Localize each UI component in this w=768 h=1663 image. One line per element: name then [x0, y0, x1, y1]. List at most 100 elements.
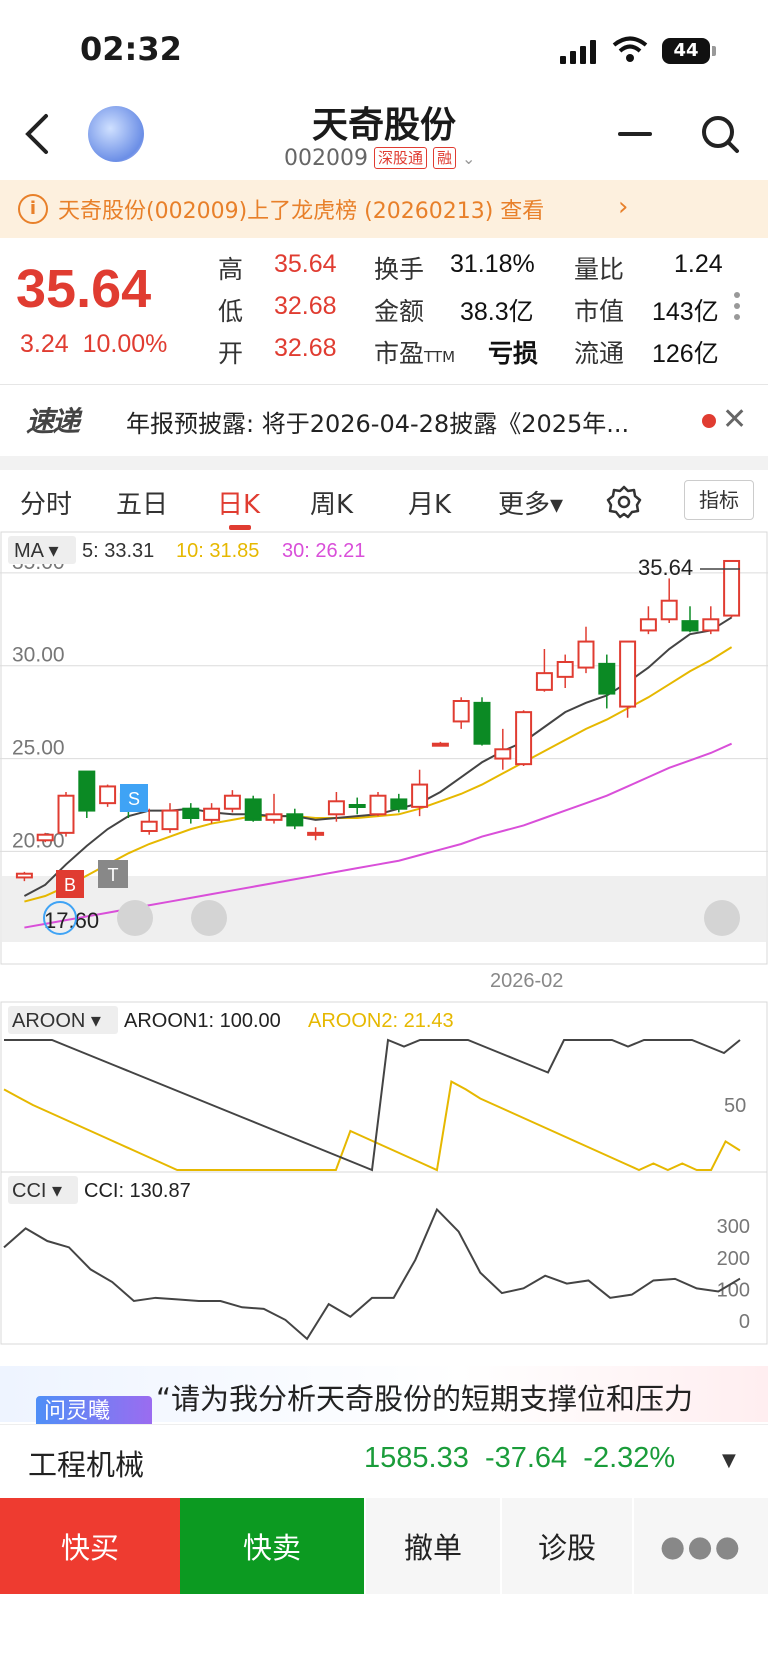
ai-prompt-text[interactable]: “请为我分析天奇股份的短期支撑位和压力: [156, 1376, 693, 1418]
candle-body: [535, 672, 553, 691]
candle-body: [598, 662, 616, 695]
float-label: 流通: [574, 339, 625, 368]
candle-body: [702, 618, 720, 632]
remove-watchlist-icon[interactable]: [618, 132, 652, 136]
t-marker-label: T: [108, 865, 119, 885]
divider: [0, 384, 768, 385]
candle-body: [265, 813, 283, 821]
amount-label: 金额: [374, 297, 425, 326]
candle-body: [390, 798, 408, 810]
aroon2-line: [3, 1080, 741, 1172]
candle-body: [369, 794, 387, 816]
candle-body: [411, 783, 429, 808]
candle-body: [431, 742, 449, 747]
ma10-legend: 10: 31.85: [176, 540, 259, 562]
price-change: 3.24 10.00%: [20, 330, 167, 359]
express-logo: 速递: [26, 405, 80, 438]
pe-label: 市盈TTM: [374, 334, 455, 370]
battery-icon: 44: [662, 38, 710, 64]
y-tick-label: 25.00: [12, 737, 65, 760]
cancel-order-button[interactable]: 撤单: [364, 1498, 500, 1594]
more-vertical-icon[interactable]: [734, 292, 742, 325]
candle-body: [639, 618, 657, 632]
turnover-value: 31.18%: [450, 250, 535, 278]
more-icon[interactable]: ●●●: [632, 1498, 768, 1594]
candle-body: [99, 785, 117, 805]
zoom-out-icon: [117, 900, 153, 936]
candle-body: [515, 711, 533, 766]
news-dot: [702, 414, 716, 428]
sell-marker-label: S: [128, 789, 140, 809]
candle-body: [473, 701, 491, 745]
aroon-selector: AROON ▾: [12, 1010, 101, 1032]
candle-body: [161, 809, 179, 831]
zoom-in-icon: [191, 900, 227, 936]
aroon-tick-label: 50: [724, 1095, 746, 1117]
cci-legend: CCI: 130.87: [84, 1180, 191, 1202]
margin-tag: 融: [433, 147, 457, 169]
info-icon: i: [18, 194, 48, 224]
tab-monthly-k[interactable]: 月K: [408, 484, 451, 521]
diagnose-button[interactable]: 诊股: [500, 1498, 632, 1594]
gear-icon[interactable]: [606, 484, 642, 520]
candle-body: [577, 640, 595, 669]
banner-text[interactable]: 天奇股份(002009)上了龙虎榜 (20260213) 查看: [58, 193, 544, 225]
ma-selector: MA ▾: [14, 540, 59, 562]
close-icon[interactable]: ✕: [722, 402, 747, 437]
tab-intraday[interactable]: 分时: [20, 484, 72, 521]
tab-five-day[interactable]: 五日: [116, 484, 168, 521]
chevron-down-icon[interactable]: ⌄: [462, 149, 475, 168]
buy-marker-label: B: [64, 875, 76, 895]
status-time: 02:32: [80, 30, 182, 68]
quick-sell-button[interactable]: 快卖: [180, 1498, 364, 1594]
aroon2-legend: AROON2: 21.43: [308, 1010, 454, 1032]
candle-body: [307, 831, 325, 836]
max-price-label: 35.64: [638, 555, 693, 580]
pe-value: 亏损: [488, 340, 539, 368]
indicator-button[interactable]: 指标: [684, 480, 754, 520]
candle-body: [15, 872, 33, 879]
turnover-label: 换手: [374, 255, 425, 284]
candle-body: [140, 820, 158, 833]
chevron-right-icon[interactable]: ›: [618, 192, 628, 222]
cci-tick-label: 0: [739, 1311, 750, 1333]
news-text[interactable]: 年报预披露: 将于2026-04-28披露《2025年...: [126, 404, 671, 439]
candle-body: [619, 640, 637, 708]
caret-down-icon[interactable]: ▼: [722, 1450, 736, 1471]
candle-body: [660, 599, 678, 621]
kline-chart[interactable]: 35.0030.0025.0020.0035.6417.602026-02BST…: [0, 530, 768, 1350]
cci-line: [3, 1207, 741, 1341]
ma5-legend: 5: 33.31: [82, 540, 154, 562]
tab-weekly-k[interactable]: 周K: [310, 484, 353, 521]
low-label: 低: [218, 297, 244, 326]
float-value: 126亿: [652, 340, 719, 368]
quick-buy-button[interactable]: 快买: [0, 1498, 180, 1594]
candle-body: [244, 798, 262, 821]
candle-body: [556, 661, 574, 678]
aroon1-legend: AROON1: 100.00: [124, 1010, 281, 1032]
industry-quote: 1585.33 -37.64 -2.32%: [364, 1442, 676, 1474]
cci-tick-label: 300: [717, 1216, 750, 1238]
candle-body: [182, 807, 200, 820]
high-label: 高: [218, 255, 244, 284]
action-bar: 快买 快卖 撤单 诊股 ●●●: [0, 1498, 768, 1594]
volratio-value: 1.24: [674, 250, 723, 278]
change-pct: 10.00%: [82, 330, 168, 358]
industry-name: 工程机械: [28, 1448, 145, 1482]
section-gap: [0, 456, 768, 470]
tab-daily-k[interactable]: 日K: [217, 484, 260, 521]
change-amount: 3.24: [20, 330, 69, 358]
battery-tip: [712, 46, 716, 56]
x-axis-label: 2026-02: [490, 970, 563, 992]
tab-more[interactable]: 更多▾: [498, 484, 563, 521]
candle-body: [494, 748, 512, 760]
mcap-value: 143亿: [652, 298, 719, 326]
open-value: 32.68: [274, 334, 337, 362]
stock-subline[interactable]: 002009 深股通 融 ⌄: [284, 144, 475, 172]
cci-tick-label: 200: [717, 1248, 750, 1270]
last-price: 35.64: [16, 259, 152, 319]
candle-body: [286, 813, 304, 827]
candle-body: [452, 700, 470, 723]
candle-body: [57, 794, 75, 834]
search-icon[interactable]: [700, 114, 740, 154]
